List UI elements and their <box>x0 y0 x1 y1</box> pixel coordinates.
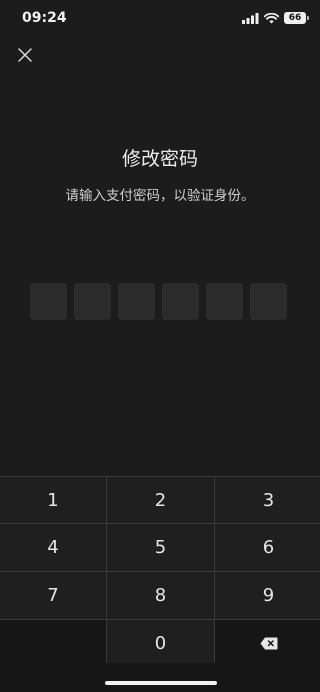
delete-key[interactable] <box>215 620 320 667</box>
status-icons: 66 <box>242 12 309 24</box>
battery-icon: 66 <box>284 12 309 24</box>
pin-digit-box[interactable] <box>206 283 243 320</box>
key-3[interactable]: 3 <box>215 477 320 523</box>
pin-digit-box[interactable] <box>30 283 67 320</box>
home-area <box>0 663 320 692</box>
close-button[interactable] <box>14 44 36 66</box>
backspace-icon <box>260 637 277 650</box>
key-empty <box>0 620 106 667</box>
key-5[interactable]: 5 <box>107 524 214 571</box>
key-4[interactable]: 4 <box>0 524 106 571</box>
numeric-keypad: 1 2 3 4 5 6 7 8 9 0 <box>0 476 320 667</box>
status-bar: 09:24 66 <box>0 0 320 36</box>
page-title: 修改密码 <box>121 148 198 170</box>
pin-digit-box[interactable] <box>162 283 199 320</box>
key-1[interactable]: 1 <box>0 477 106 523</box>
key-7[interactable]: 7 <box>0 572 106 619</box>
pin-digit-box[interactable] <box>250 283 287 320</box>
key-2[interactable]: 2 <box>107 477 214 523</box>
key-0[interactable]: 0 <box>107 620 214 667</box>
signal-icon <box>242 12 259 24</box>
key-8[interactable]: 8 <box>107 572 214 619</box>
close-icon <box>18 48 32 62</box>
pin-digit-box[interactable] <box>118 283 155 320</box>
battery-level: 66 <box>288 13 302 23</box>
key-6[interactable]: 6 <box>215 524 320 571</box>
home-indicator[interactable] <box>105 681 217 685</box>
wifi-icon <box>264 12 279 23</box>
pin-digit-box[interactable] <box>74 283 111 320</box>
status-time: 09:24 <box>22 10 67 26</box>
page-subtitle: 请输入支付密码，以验证身份。 <box>65 188 255 204</box>
key-9[interactable]: 9 <box>215 572 320 619</box>
pin-input[interactable] <box>30 283 287 320</box>
